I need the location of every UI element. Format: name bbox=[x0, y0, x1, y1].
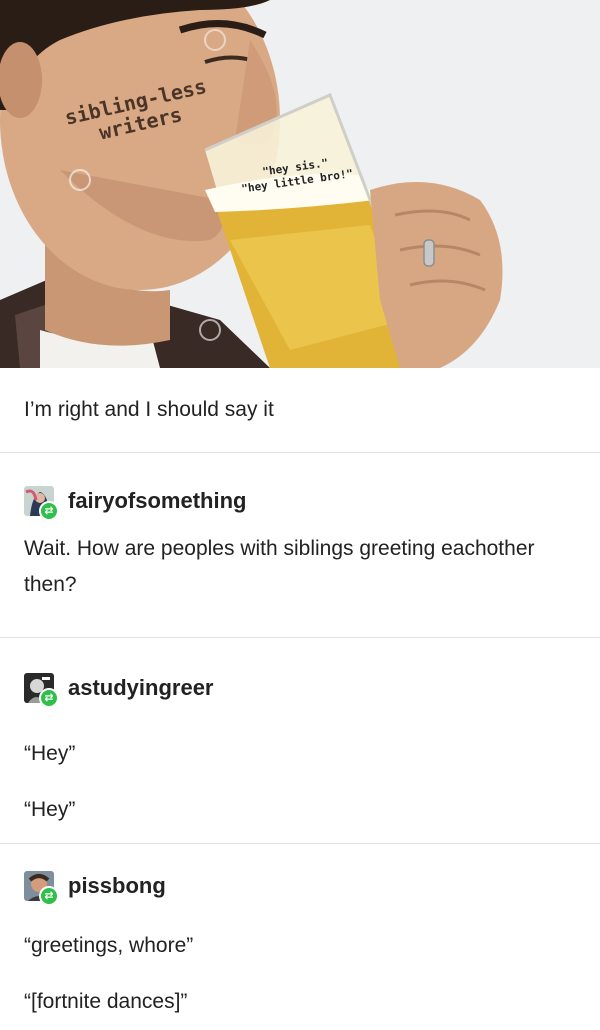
reblog-icon: ⇄ bbox=[39, 501, 59, 521]
avatar[interactable]: ⇄ bbox=[24, 673, 59, 708]
reblog-line: “Hey” bbox=[24, 798, 76, 821]
avatar[interactable]: ⇄ bbox=[24, 871, 59, 906]
reblog-icon: ⇄ bbox=[39, 886, 59, 906]
reblog-line: “[fortnite dances]” bbox=[24, 990, 188, 1013]
avatar[interactable]: ⇄ bbox=[24, 486, 59, 521]
reblog-line: “greetings, whore” bbox=[24, 934, 194, 957]
reblog-header: ⇄ astudyingreer bbox=[0, 668, 600, 708]
reblog-text: “greetings, whore” “[fortnite dances]” bbox=[0, 918, 600, 1030]
reblog-header: ⇄ pissbong bbox=[0, 866, 600, 906]
username[interactable]: astudyingreer bbox=[68, 675, 214, 701]
reblog-line: “Hey” bbox=[24, 742, 76, 765]
username[interactable]: pissbong bbox=[68, 873, 166, 899]
reblog-text: Wait. How are peoples with siblings gree… bbox=[0, 531, 600, 603]
username[interactable]: fairyofsomething bbox=[68, 488, 246, 514]
reblog-header: ⇄ fairyofsomething bbox=[0, 481, 600, 521]
reblog-icon: ⇄ bbox=[39, 688, 59, 708]
post: I’m right and I should say it ⇄ fairyofs… bbox=[0, 368, 600, 1026]
reblog-entry: ⇄ astudyingreer “Hey” “Hey” bbox=[0, 638, 600, 843]
reblog-text: “Hey” “Hey” bbox=[0, 726, 600, 838]
meme-image: sibling-less writers "hey sis." "hey lit… bbox=[0, 0, 600, 368]
reblog-line: Wait. How are peoples with siblings gree… bbox=[24, 537, 535, 596]
reblog-entry: ⇄ fairyofsomething Wait. How are peoples… bbox=[0, 453, 600, 637]
post-body-text: I’m right and I should say it bbox=[24, 398, 274, 421]
reblog-entry: ⇄ pissbong “greetings, whore” “[fortnite… bbox=[0, 844, 600, 1026]
